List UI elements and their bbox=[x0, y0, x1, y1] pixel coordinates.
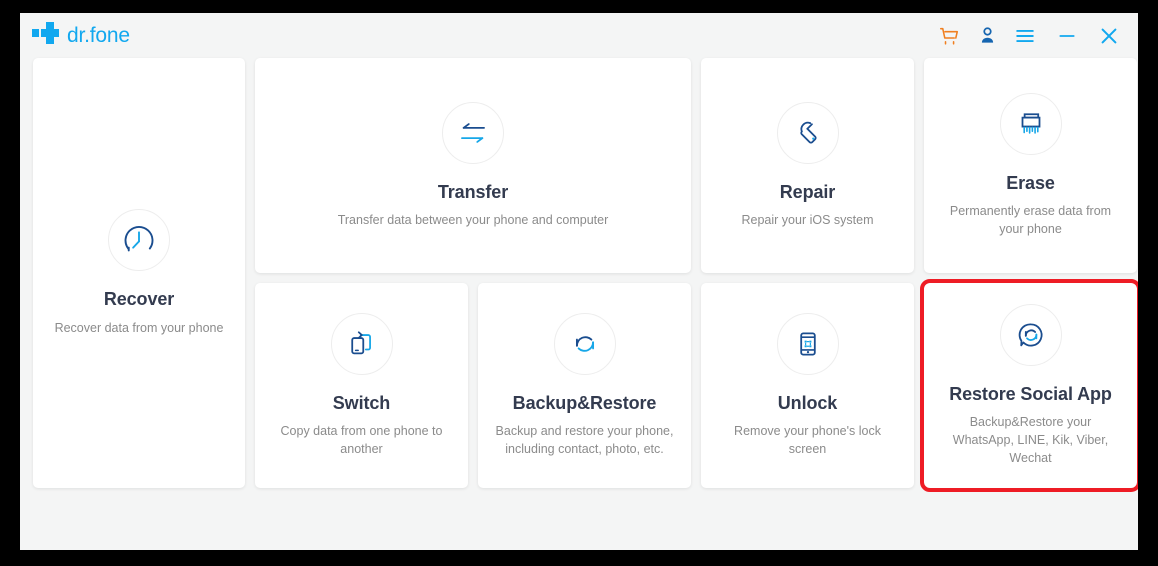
refresh-circle-icon bbox=[553, 312, 616, 375]
card-description: Backup and restore your phone, including… bbox=[495, 424, 674, 457]
card-description: Remove your phone's lock screen bbox=[734, 424, 881, 457]
card-transfer[interactable]: Transfer Transfer data between your phon… bbox=[255, 58, 691, 273]
card-description: Transfer data between your phone and com… bbox=[337, 213, 609, 228]
cart-icon[interactable] bbox=[930, 17, 968, 55]
card-title: Restore Social App bbox=[949, 383, 1112, 404]
card-title: Transfer bbox=[437, 181, 509, 202]
wrench-icon bbox=[776, 101, 839, 164]
card-switch[interactable]: Switch Copy data from one phone to anoth… bbox=[255, 283, 468, 488]
card-description: Permanently erase data from your phone bbox=[949, 204, 1112, 237]
card-title: Repair bbox=[779, 181, 836, 202]
card-erase[interactable]: Erase Permanently erase data from your p… bbox=[924, 58, 1137, 273]
card-repair[interactable]: Repair Repair your iOS system bbox=[701, 58, 914, 273]
titlebar-actions bbox=[930, 17, 1128, 55]
phone-lock-pattern-icon bbox=[776, 312, 839, 375]
feature-rows: Transfer Transfer data between your phon… bbox=[255, 58, 1138, 503]
card-description: Recover data from your phone bbox=[54, 320, 224, 335]
window-footer bbox=[20, 503, 1138, 550]
chat-refresh-icon bbox=[999, 303, 1062, 366]
app-brand-name: dr.fone bbox=[67, 24, 130, 47]
transfer-arrows-icon bbox=[442, 101, 504, 164]
close-icon[interactable] bbox=[1090, 17, 1128, 55]
feature-card-grid: Recover Recover data from your phone Tra… bbox=[20, 58, 1138, 503]
card-backup-restore[interactable]: Backup&Restore Backup and restore your p… bbox=[478, 283, 691, 488]
drfone-logo-icon bbox=[32, 22, 60, 49]
phone-switch-icon bbox=[330, 312, 393, 375]
card-title: Switch bbox=[332, 392, 391, 413]
card-unlock[interactable]: Unlock Remove your phone's lock screen bbox=[701, 283, 914, 488]
card-recover[interactable]: Recover Recover data from your phone bbox=[33, 58, 245, 488]
app-brand: dr.fone bbox=[32, 22, 130, 49]
feature-row-top: Transfer Transfer data between your phon… bbox=[255, 58, 1137, 273]
dr-fone-window: dr.fone Recover Recover data from your p… bbox=[20, 13, 1138, 550]
card-title: Backup&Restore bbox=[512, 392, 657, 413]
card-description: Backup&Restore your WhatsApp, LINE, Kik,… bbox=[952, 415, 1109, 466]
card-title: Recover bbox=[103, 289, 175, 310]
card-description: Repair your iOS system bbox=[741, 213, 874, 228]
feature-row-bottom: Switch Copy data from one phone to anoth… bbox=[255, 279, 1138, 492]
recover-column: Recover Recover data from your phone bbox=[33, 58, 245, 503]
shredder-icon bbox=[999, 92, 1062, 155]
minimize-icon[interactable] bbox=[1048, 17, 1086, 55]
card-title: Erase bbox=[1006, 172, 1055, 193]
clock-recover-icon bbox=[108, 209, 170, 272]
menu-icon[interactable] bbox=[1006, 17, 1044, 55]
card-restore-social-app[interactable]: Restore Social App Backup&Restore your W… bbox=[920, 279, 1138, 492]
card-description: Copy data from one phone to another bbox=[280, 424, 443, 457]
card-title: Unlock bbox=[777, 392, 838, 413]
titlebar: dr.fone bbox=[20, 13, 1138, 58]
account-icon[interactable] bbox=[968, 17, 1006, 55]
